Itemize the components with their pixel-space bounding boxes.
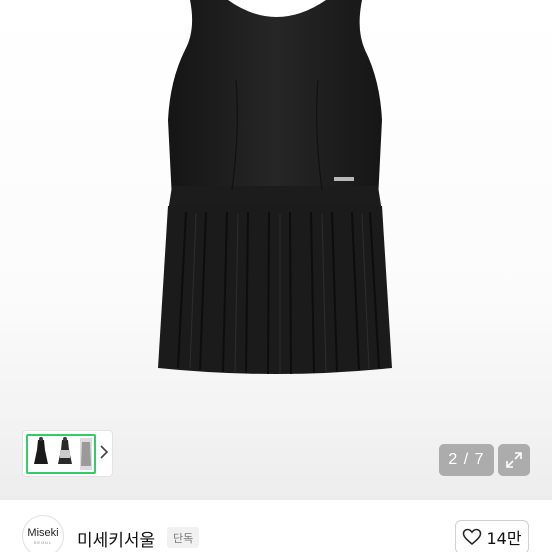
shop-name[interactable]: 미세키서울 bbox=[77, 526, 155, 551]
expand-icon bbox=[506, 452, 522, 468]
expand-button[interactable] bbox=[498, 444, 530, 476]
like-count: 14만 bbox=[486, 529, 522, 548]
chevron-right-icon[interactable] bbox=[96, 444, 111, 463]
thumbnail-selected[interactable] bbox=[26, 433, 96, 474]
shop-logo-text: Miseki bbox=[27, 526, 59, 539]
thumbnail-preview-icon bbox=[28, 435, 94, 472]
image-page-counter: 2 / 7 bbox=[439, 444, 494, 476]
shop-bar: Miseki SEOUL 미세키서울 단독 14만 bbox=[0, 500, 552, 552]
product-image[interactable]: 2 / 7 bbox=[0, 0, 552, 500]
exclusive-badge: 단독 bbox=[167, 527, 200, 548]
dress-image bbox=[158, 0, 392, 375]
like-button[interactable]: 14만 bbox=[455, 520, 529, 552]
shop-logo[interactable]: Miseki SEOUL bbox=[22, 515, 64, 552]
heart-outline-icon bbox=[463, 528, 482, 545]
thumbnail-strip[interactable] bbox=[22, 430, 113, 477]
shop-logo-subtext: SEOUL bbox=[33, 539, 53, 545]
